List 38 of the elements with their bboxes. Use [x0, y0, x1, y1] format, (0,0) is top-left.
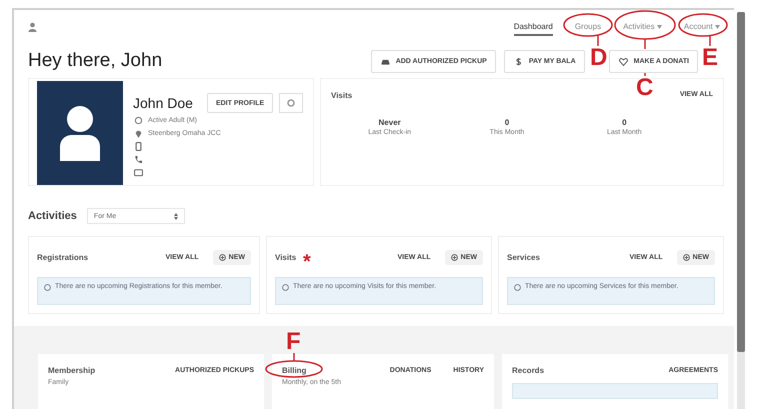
card-title: Registrations — [37, 252, 88, 262]
stat-value: 0 — [504, 118, 510, 127]
phone-icon — [133, 154, 144, 165]
info-icon — [514, 284, 521, 291]
greeting-title: Hey there, John — [28, 50, 162, 72]
annotation-label: F — [286, 330, 301, 354]
scrollbar[interactable] — [737, 12, 745, 409]
card-title: Membership — [48, 366, 96, 375]
plus-icon — [682, 254, 690, 260]
card-title: Records — [512, 366, 546, 375]
annotation-label: D — [590, 46, 608, 70]
avatar-icon — [58, 105, 102, 161]
info-icon — [44, 284, 51, 291]
plus-icon — [450, 254, 458, 260]
card-title: Visits — [331, 91, 352, 100]
card-title: Visits — [275, 252, 296, 262]
plus-icon — [218, 254, 226, 260]
heart-icon — [618, 56, 629, 66]
settings-button[interactable] — [279, 93, 304, 113]
annotation-label: C — [636, 76, 654, 100]
stat-value: 0 — [621, 118, 628, 127]
annotation-callout — [265, 353, 323, 378]
member-name: John Doe — [133, 95, 193, 111]
nav-link[interactable]: Dashboard — [514, 18, 553, 36]
card-title: Billing — [282, 366, 308, 375]
section-title: Activities — [28, 210, 77, 222]
user-icon[interactable] — [28, 22, 37, 32]
annotation-label: E — [702, 46, 718, 70]
info-icon — [282, 284, 289, 291]
annotation-callout — [678, 13, 728, 46]
location-pin-icon — [133, 128, 144, 139]
mobile-phone-icon — [133, 141, 144, 152]
stat-value: Never — [378, 118, 402, 127]
card-title: Services — [507, 252, 540, 262]
circle-icon — [133, 115, 144, 126]
annotation-label: * — [303, 252, 311, 272]
sort-arrows-icon — [174, 212, 178, 220]
envelope-icon — [133, 167, 144, 178]
